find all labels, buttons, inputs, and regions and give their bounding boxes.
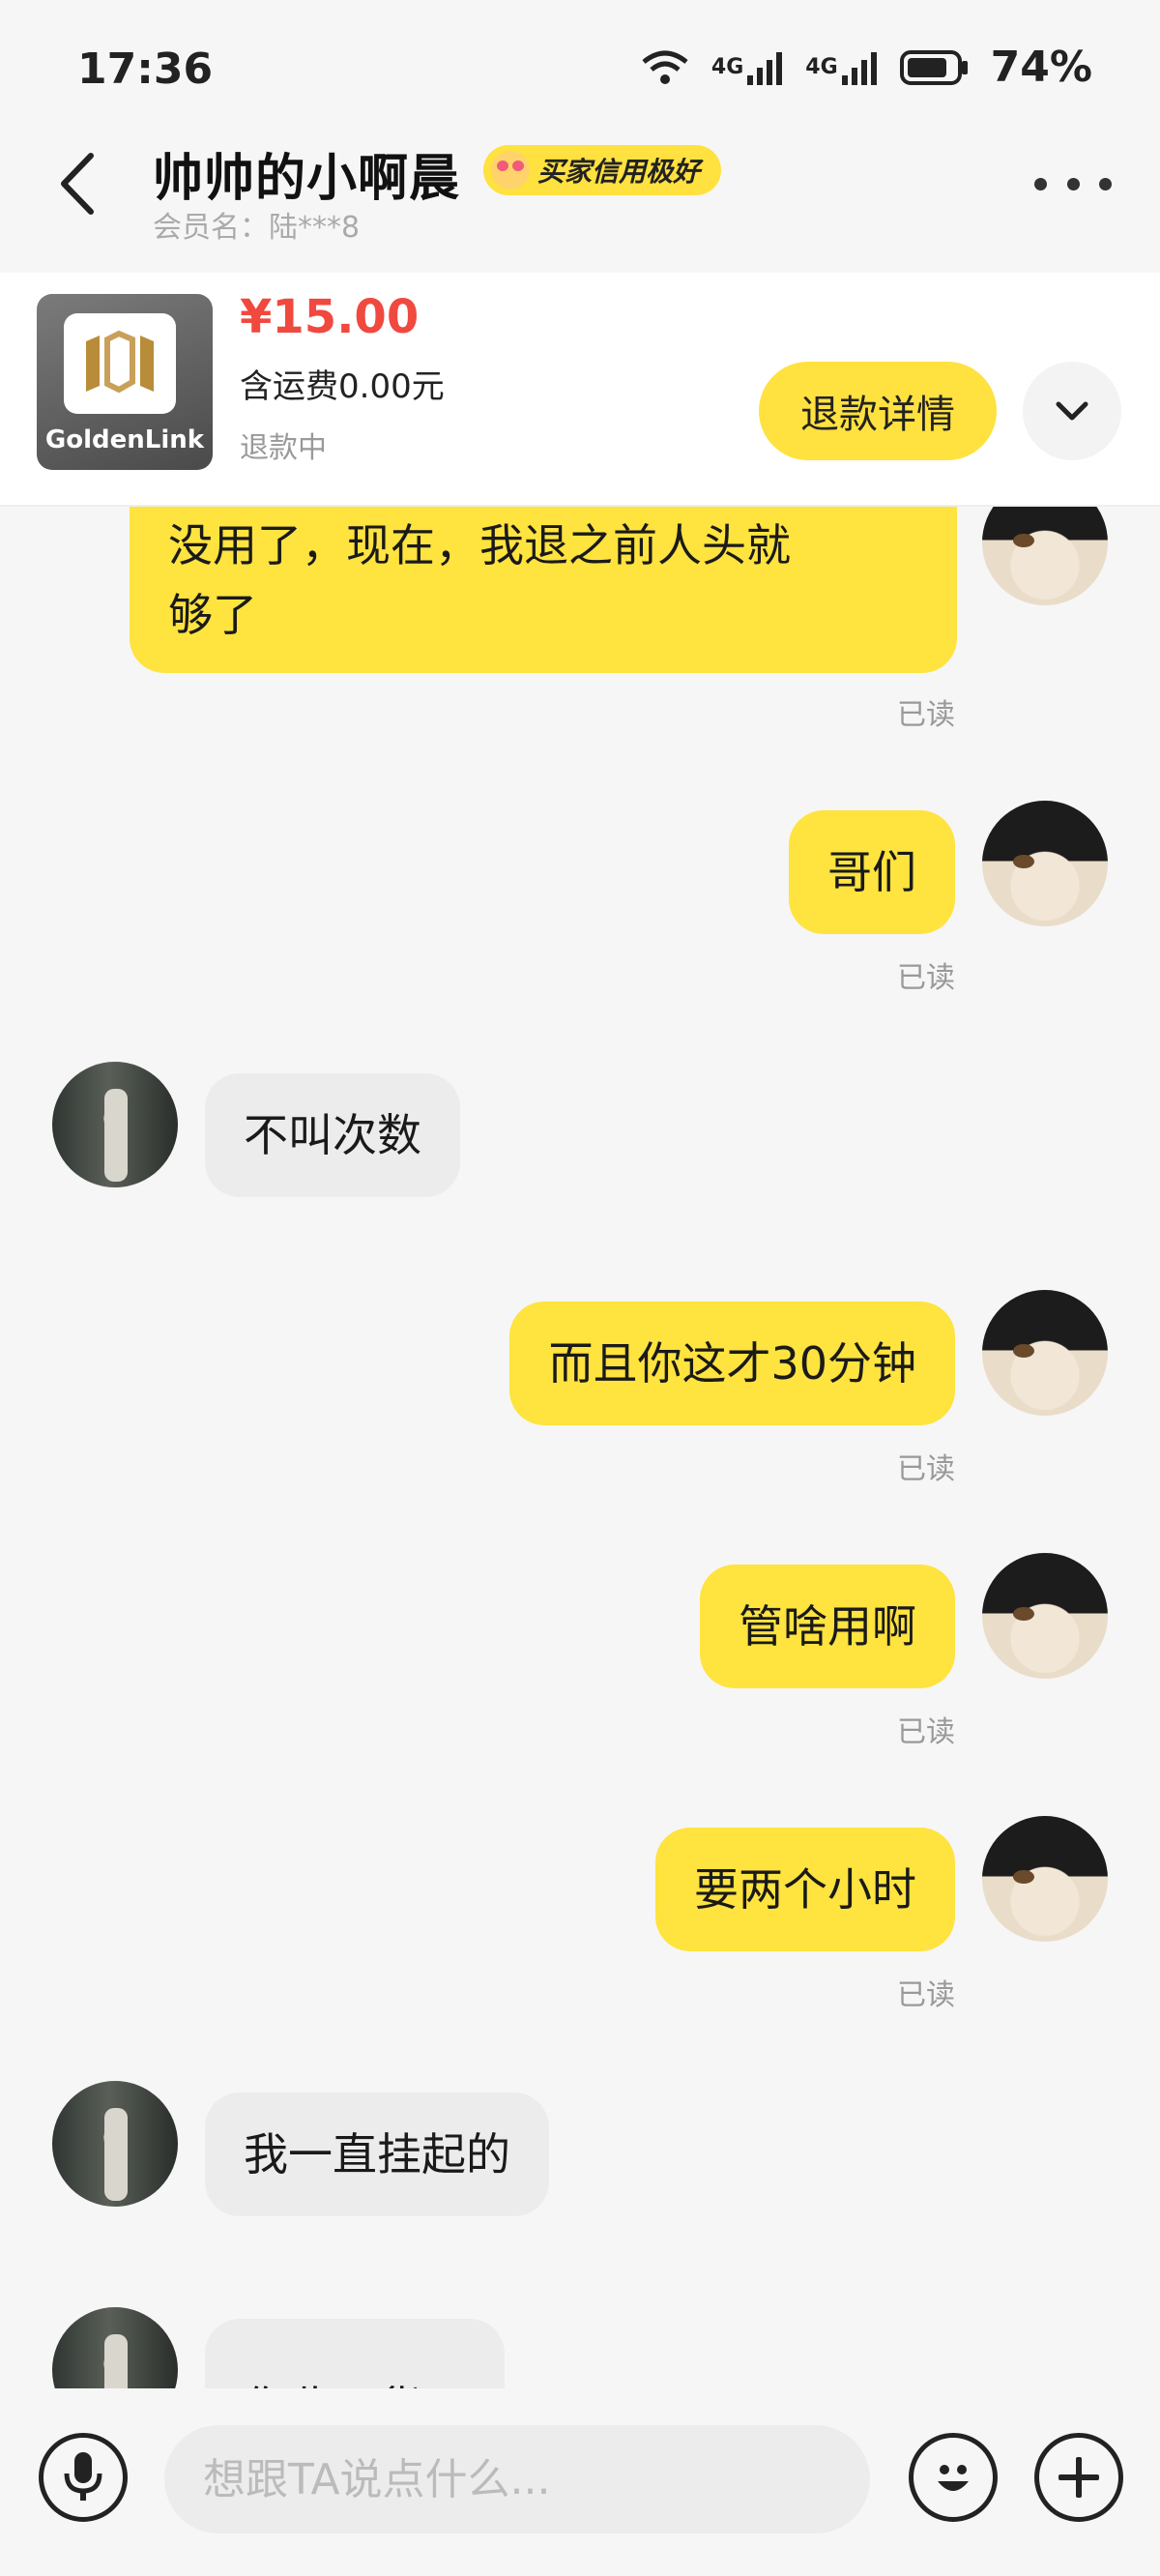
more-actions-button[interactable] xyxy=(1034,2433,1123,2522)
status-icons: 4G 4G 74% xyxy=(640,43,1092,92)
message-bubble-outgoing[interactable]: 没用了，现在，我退之前人头就 够了 xyxy=(130,507,957,673)
read-receipt: 已读 xyxy=(897,961,955,995)
chat-header: 帅帅的小啊晨 买家信用极好 会员名：陆***8 xyxy=(0,126,1160,245)
refund-status: 退款中 xyxy=(240,431,327,465)
network-label-1: 4G xyxy=(710,55,744,79)
contact-name[interactable]: 帅帅的小啊晨 xyxy=(153,137,460,210)
message-text-line: 够了 xyxy=(168,589,257,641)
member-name: 会员名：陆***8 xyxy=(153,211,361,245)
read-receipt: 已读 xyxy=(897,698,955,732)
contact-avatar[interactable] xyxy=(52,2307,178,2388)
my-avatar[interactable] xyxy=(982,1290,1108,1416)
contact-avatar[interactable] xyxy=(52,1062,178,1187)
battery-icon xyxy=(899,48,970,87)
message-bubble-incoming[interactable]: 你收下货吧 xyxy=(205,2319,505,2388)
status-time: 17:36 xyxy=(77,44,214,94)
chat-messages[interactable]: 没用了，现在，我退之前人头就 够了 已读 哥们 已读 不叫次数 而且你这才30分… xyxy=(0,507,1160,2388)
shipping-info: 含运费0.00元 xyxy=(240,367,445,406)
product-image[interactable]: GoldenLink xyxy=(37,294,213,470)
microphone-icon xyxy=(64,2452,102,2501)
voice-button[interactable] xyxy=(39,2433,128,2522)
plus-icon xyxy=(1058,2457,1099,2498)
status-bar: 17:36 4G 4G 74% xyxy=(0,0,1160,135)
read-receipt: 已读 xyxy=(897,1715,955,1749)
refund-details-button[interactable]: 退款详情 xyxy=(759,362,997,460)
signal-icon-2: 4G xyxy=(805,48,878,87)
product-price: ¥15.00 xyxy=(240,290,420,344)
credit-badge[interactable]: 买家信用极好 xyxy=(483,145,722,195)
message-bubble-outgoing[interactable]: 要两个小时 xyxy=(655,1828,955,1951)
my-avatar[interactable] xyxy=(982,801,1108,926)
signal-icon-1: 4G xyxy=(711,48,784,87)
back-button[interactable] xyxy=(48,145,106,222)
more-dots-icon xyxy=(1034,177,1047,190)
chevron-down-icon xyxy=(1056,401,1088,421)
message-bubble-outgoing[interactable]: 管啥用啊 xyxy=(700,1565,955,1688)
input-bar xyxy=(0,2388,1160,2576)
read-receipt: 已读 xyxy=(897,1452,955,1486)
message-bubble-outgoing[interactable]: 哥们 xyxy=(789,810,955,934)
heart-eyes-icon xyxy=(491,151,530,190)
more-options-button[interactable] xyxy=(1034,164,1112,203)
message-input[interactable] xyxy=(164,2425,870,2533)
credit-badge-label: 买家信用极好 xyxy=(537,156,701,188)
my-avatar[interactable] xyxy=(982,507,1108,605)
battery-percent: 74% xyxy=(990,43,1092,92)
message-text-line: 没用了，现在，我退之前人头就 xyxy=(168,519,791,571)
back-arrow-icon xyxy=(61,153,94,215)
message-bubble-incoming[interactable]: 不叫次数 xyxy=(205,1073,460,1197)
my-avatar[interactable] xyxy=(982,1816,1108,1942)
smiley-icon xyxy=(938,2465,969,2491)
wifi-icon xyxy=(640,48,690,87)
product-brand: GoldenLink xyxy=(44,425,205,454)
contact-avatar[interactable] xyxy=(52,2081,178,2207)
network-label-2: 4G xyxy=(805,55,838,79)
emoji-button[interactable] xyxy=(909,2433,998,2522)
my-avatar[interactable] xyxy=(982,1553,1108,1679)
product-card[interactable]: GoldenLink ¥15.00 含运费0.00元 退款中 退款详情 xyxy=(0,273,1160,507)
read-receipt: 已读 xyxy=(897,1978,955,2012)
expand-button[interactable] xyxy=(1023,362,1121,460)
message-bubble-outgoing[interactable]: 而且你这才30分钟 xyxy=(509,1302,955,1425)
goldenlink-logo-icon xyxy=(64,313,176,414)
message-bubble-incoming[interactable]: 我一直挂起的 xyxy=(205,2093,549,2216)
